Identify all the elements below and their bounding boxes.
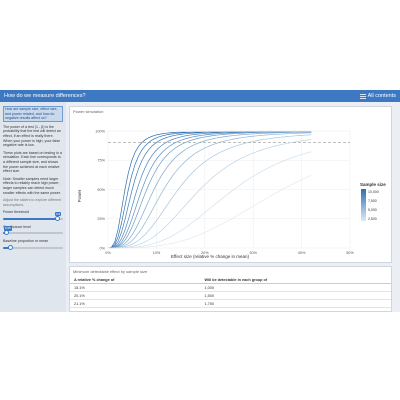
sidebar-paragraph-2: These plots are based on testing in a si… bbox=[3, 150, 62, 174]
legend-entry: 2,500 bbox=[368, 217, 377, 221]
slider-value: 0.05 bbox=[4, 226, 12, 232]
blank-top-area bbox=[0, 0, 400, 90]
baseline-slider[interactable] bbox=[3, 245, 63, 251]
slider-fill bbox=[3, 217, 57, 220]
y-tick-label: 75% bbox=[97, 159, 105, 163]
intro-highlight: How are sample size, effect size, and po… bbox=[3, 106, 63, 122]
slider-handle[interactable] bbox=[54, 215, 60, 221]
chart-legend: Sample size 10,000 7,500 5,000 2,500 bbox=[360, 182, 386, 221]
table-panel-title: Minimum detectable effect by sample size bbox=[73, 269, 148, 274]
sidebar-paragraph-3: Note: Smaller samples need larger effect… bbox=[3, 176, 61, 195]
column-header: A relative % change of bbox=[70, 276, 201, 284]
table-cell: 15.1% bbox=[70, 283, 201, 292]
power-chart: 0% 10% 20% 30% 40% 50% 0%25%50%75%100% Effect… bbox=[77, 129, 386, 259]
power-curve bbox=[107, 134, 312, 249]
y-axis-label: Power bbox=[77, 189, 82, 202]
y-tick-label: 100% bbox=[95, 129, 105, 133]
menu-button[interactable]: All contents bbox=[359, 93, 396, 99]
slider-1-label: Power threshold bbox=[3, 210, 29, 215]
legend-entry: 10,000 bbox=[368, 190, 379, 194]
legend-title: Sample size bbox=[360, 182, 386, 187]
column-header: Will be detectable in each group of bbox=[200, 276, 391, 284]
x-tick-label: 10% bbox=[153, 251, 161, 255]
menu-icon bbox=[359, 93, 366, 99]
table-cell: 1,500 bbox=[200, 291, 391, 300]
power-curves bbox=[107, 131, 312, 249]
y-axis-ticks: 0% 25% 50% 75% 100% bbox=[95, 129, 105, 250]
table-row: 20.1% 1,500 bbox=[70, 291, 391, 300]
significance-slider[interactable]: 0.05 bbox=[3, 226, 63, 236]
sidebar-paragraph-1: The power of a test (1 - β) is the proba… bbox=[3, 124, 61, 148]
results-table: A relative % change of Will be detectabl… bbox=[70, 276, 391, 308]
y-tick-label: 50% bbox=[97, 188, 105, 192]
table-row: 15.1% 1,000 bbox=[70, 283, 391, 292]
main-content: Power simulation 0% 10% 20% 30% 40% 50% 0% 25%… bbox=[66, 102, 400, 312]
table-cell: 20.1% bbox=[70, 291, 201, 300]
x-axis-label: Effect size (relative % change in mean) bbox=[171, 254, 249, 259]
results-table-panel: Minimum detectable effect by sample size… bbox=[69, 266, 392, 312]
page-title: How do we measure differences? bbox=[4, 93, 86, 99]
slider-handle[interactable] bbox=[3, 230, 9, 236]
slider-value: 0.9 bbox=[55, 211, 62, 217]
x-tick-label: 50% bbox=[346, 251, 354, 255]
table-row: 21.1% 1,750 bbox=[70, 299, 391, 308]
table-cell: 1,750 bbox=[200, 299, 391, 308]
navbar: How do we measure differences? All conte… bbox=[0, 90, 400, 102]
plot-panel: Power simulation 0% 10% 20% 30% 40% 50% 0% 25%… bbox=[69, 106, 392, 263]
slider-2-label: Significance level bbox=[3, 224, 31, 229]
x-tick-label: 30% bbox=[249, 251, 257, 255]
slider-3-label: Baseline proportion or mean bbox=[3, 239, 49, 244]
legend-entry: 7,500 bbox=[368, 199, 377, 203]
y-tick-label: 25% bbox=[97, 217, 105, 221]
sidebar-muted-note: Adjust the sliders to explore different … bbox=[3, 198, 62, 207]
slider-handle[interactable] bbox=[7, 245, 13, 251]
sidebar: How are sample size, effect size, and po… bbox=[0, 102, 66, 312]
legend-entry: 5,000 bbox=[368, 208, 377, 212]
x-tick-label: 40% bbox=[298, 251, 306, 255]
menu-label: All contents bbox=[367, 93, 396, 99]
table-cell: 21.1% bbox=[70, 299, 201, 308]
legend-colorbar bbox=[361, 189, 366, 221]
blank-bottom-area bbox=[0, 312, 400, 400]
power-threshold-slider[interactable]: 0.9 bbox=[3, 211, 63, 222]
x-tick-label: 0% bbox=[105, 251, 111, 255]
table-cell: 1,000 bbox=[200, 283, 391, 292]
y-tick-label: 0% bbox=[100, 246, 106, 250]
plot-panel-title: Power simulation bbox=[73, 109, 104, 114]
table-header-row: A relative % change of Will be detectabl… bbox=[70, 276, 391, 284]
slider-track bbox=[3, 232, 63, 235]
